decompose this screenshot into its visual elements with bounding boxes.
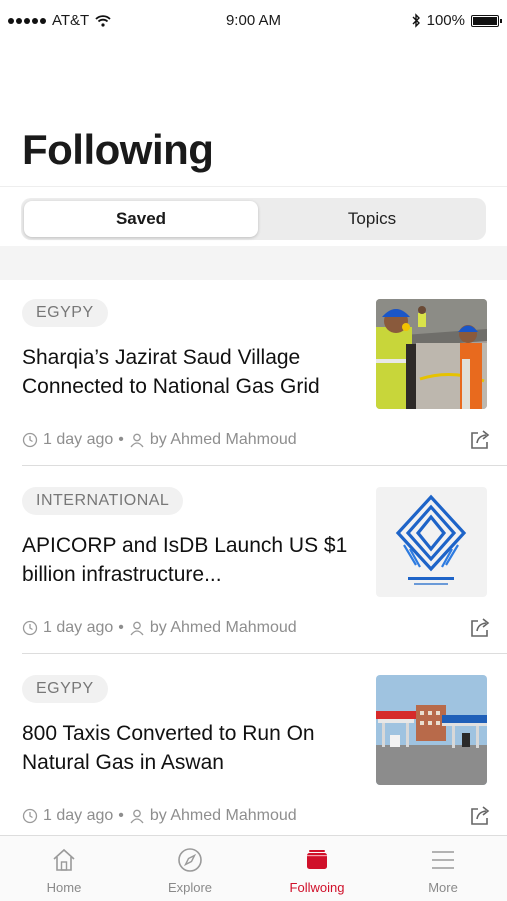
- home-icon: [53, 848, 75, 871]
- clock-icon: [22, 432, 38, 448]
- tab-home[interactable]: Home: [14, 846, 114, 895]
- status-bar: AT&T 9:00 AM 100%: [0, 0, 507, 42]
- gas-station-photo-image: [376, 675, 487, 785]
- title-divider: [0, 186, 507, 187]
- menu-icon: [432, 851, 454, 869]
- article-thumbnail[interactable]: [376, 675, 487, 785]
- folder-icon: [307, 850, 327, 869]
- person-icon: [130, 621, 144, 636]
- clock-icon: [22, 808, 38, 824]
- article-card[interactable]: INTERNATIONAL APICORP and IsDB Launch US…: [0, 468, 507, 654]
- article-thumbnail[interactable]: [376, 487, 487, 597]
- status-right: 100%: [411, 12, 502, 29]
- meta-separator: •: [118, 431, 124, 448]
- article-tag[interactable]: EGYPY: [22, 299, 108, 327]
- person-icon: [130, 809, 144, 824]
- tab-label: Explore: [167, 880, 213, 895]
- share-icon[interactable]: [468, 615, 492, 639]
- tab-explore[interactable]: Explore: [140, 846, 240, 895]
- article-headline[interactable]: 800 Taxis Converted to Run On Natural Ga…: [22, 719, 362, 777]
- article-tag[interactable]: EGYPY: [22, 675, 108, 703]
- page-title: Following: [22, 126, 214, 173]
- clock-icon: [22, 620, 38, 636]
- article-meta: 1 day ago • by Ahmed Mahmoud: [22, 431, 297, 449]
- meta-separator: •: [118, 619, 124, 636]
- article-time: 1 day ago: [43, 807, 114, 824]
- tab-following[interactable]: Follwoing: [267, 846, 367, 895]
- article-time: 1 day ago: [43, 619, 114, 636]
- article-meta: 1 day ago • by Ahmed Mahmoud: [22, 619, 297, 637]
- tab-more[interactable]: More: [393, 846, 493, 895]
- compass-icon: [178, 848, 202, 872]
- tab-label: Home: [46, 880, 82, 895]
- segment-topics[interactable]: Topics: [261, 201, 483, 237]
- article-author[interactable]: by Ahmed Mahmoud: [150, 431, 297, 449]
- article-meta: 1 day ago • by Ahmed Mahmoud: [22, 807, 297, 825]
- section-spacer: [0, 246, 507, 280]
- article-divider: [22, 653, 507, 654]
- segment-saved[interactable]: Saved: [24, 201, 258, 237]
- apicorp-logo-image: [376, 487, 487, 597]
- battery-icon: [471, 14, 502, 27]
- tab-label: More: [428, 880, 458, 895]
- article-author[interactable]: by Ahmed Mahmoud: [150, 619, 297, 637]
- article-headline[interactable]: Sharqia’s Jazirat Saud Village Connected…: [22, 343, 362, 401]
- person-icon: [130, 433, 144, 448]
- article-time: 1 day ago: [43, 431, 114, 448]
- meta-separator: •: [118, 807, 124, 824]
- share-icon[interactable]: [468, 427, 492, 451]
- article-thumbnail[interactable]: [376, 299, 487, 409]
- article-tag[interactable]: INTERNATIONAL: [22, 487, 184, 515]
- article-author[interactable]: by Ahmed Mahmoud: [150, 807, 297, 825]
- share-icon[interactable]: [468, 803, 492, 827]
- workers-photo-image: [376, 299, 487, 409]
- battery-percent: 100%: [426, 12, 465, 29]
- article-divider: [22, 465, 507, 466]
- article-headline[interactable]: APICORP and IsDB Launch US $1 billion in…: [22, 531, 362, 589]
- article-card[interactable]: EGYPY 800 Taxis Converted to Run On Natu…: [0, 656, 507, 836]
- tab-label: Follwoing: [289, 880, 345, 895]
- bluetooth-icon: [412, 13, 420, 28]
- tab-bar: Home Explore Follwoing More: [0, 835, 507, 901]
- segmented-control: Saved Topics: [21, 198, 486, 240]
- article-card[interactable]: EGYPY Sharqia’s Jazirat Saud Village Con…: [0, 280, 507, 466]
